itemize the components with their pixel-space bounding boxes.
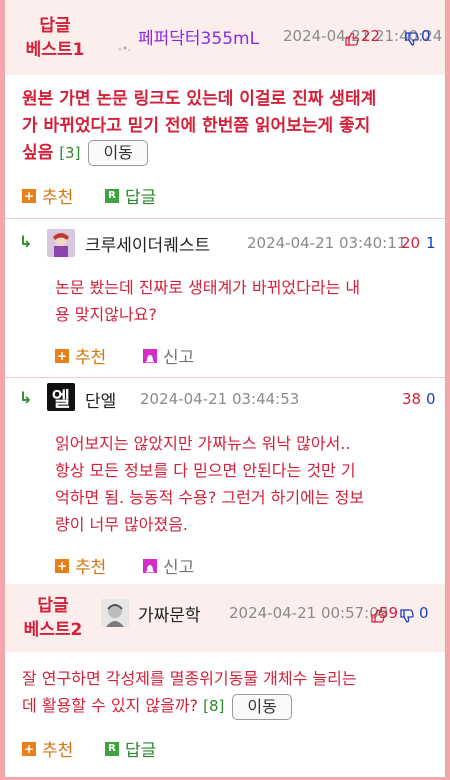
avatar[interactable]	[47, 229, 75, 257]
author-nickname[interactable]: 크루세이더퀘스트	[85, 231, 210, 256]
recommend-button[interactable]: + 추천	[55, 343, 106, 368]
recommend-label: 추천	[75, 348, 107, 368]
best-comment-header: 답글 베스트1 페퍼닥터355mL 2024-04-21 21:40:24 22…	[5, 0, 445, 75]
reply-arrow-icon: ↳	[19, 232, 33, 251]
comment-line: 원본 가면 논문 링크도 있는데 이걸로 진짜 생태계	[22, 89, 377, 109]
comment-panel: 답글 베스트1 페퍼닥터355mL 2024-04-21 21:40:24 22…	[5, 0, 445, 777]
plus-icon: +	[55, 348, 69, 363]
reply-label: 답글	[125, 741, 157, 761]
move-button[interactable]: 이동	[88, 140, 148, 166]
plus-icon: +	[55, 558, 69, 573]
comment-date: 2024-04-21 03:40:11	[247, 234, 407, 252]
recommend-button[interactable]: + 추천	[55, 553, 106, 578]
upvote-count: 59	[379, 604, 399, 622]
best-comment-header: 답글 베스트2 가짜문학 2024-04-21 00:57:09 59 0	[5, 584, 445, 652]
comment-line: 논문 봤는데 진짜로 생태계가 바뀌었다라는 내	[55, 278, 361, 297]
comment-line-last: 싶음 [3] 이동	[22, 140, 442, 167]
level-icon	[117, 38, 131, 51]
downvote-count: 0	[419, 604, 429, 622]
reply-icon: R	[105, 741, 119, 756]
thumbs-down-icon[interactable]	[400, 608, 414, 623]
upvote-count: 20	[401, 234, 421, 252]
comment-body: 읽어보지는 않았지만 가짜뉴스 워낙 많아서.. 항상 모든 정보를 다 믿으면…	[55, 430, 440, 538]
recommend-label: 추천	[75, 558, 107, 578]
report-button[interactable]: 신고	[143, 343, 194, 368]
comment-date: 2024-04-21 03:44:53	[140, 390, 300, 408]
plus-icon: +	[22, 188, 36, 203]
plus-icon: +	[22, 741, 36, 756]
author-nickname[interactable]: 단엘	[85, 387, 116, 412]
downvote-count: 1	[426, 234, 436, 252]
move-button[interactable]: 이동	[232, 693, 292, 720]
best-badge: 답글 베스트1	[15, 14, 95, 62]
comment-body: 잘 연구하면 각성제를 멸종위기동물 개체수 늘리는 데 활용할 수 있지 않을…	[22, 665, 442, 720]
author-nickname[interactable]: 가짜문학	[138, 601, 201, 626]
recommend-button[interactable]: + 추천	[22, 183, 73, 208]
comment-date: 2024-04-21 00:57:09	[229, 604, 389, 622]
reply-count: [3]	[59, 144, 81, 162]
avatar[interactable]	[101, 599, 129, 627]
best-badge-line2: 베스트2	[23, 620, 83, 640]
comment-line: 항상 모든 정보를 다 믿으면 안된다는 것만 기	[55, 461, 356, 480]
report-label: 신고	[163, 348, 195, 368]
comment-line-last: 데 활용할 수 있지 않을까? [8] 이동	[22, 692, 442, 720]
comment-line: 가 바뀌었다고 믿기 전에 한번쯤 읽어보는게 좋지	[22, 116, 371, 136]
report-icon	[143, 558, 157, 573]
comment-body: 원본 가면 논문 링크도 있는데 이걸로 진짜 생태계 가 바뀌었다고 믿기 전…	[22, 86, 442, 167]
downvote-count: 0	[426, 390, 436, 408]
reply-button[interactable]: R 답글	[105, 736, 156, 761]
comment-line: 데 활용할 수 있지 않을까?	[22, 696, 199, 715]
comment-body: 논문 봤는데 진짜로 생태계가 바뀌었다라는 내 용 맞지않나요?	[55, 274, 440, 328]
best-badge-line1: 답글	[37, 596, 69, 616]
reply-button[interactable]: R 답글	[105, 183, 156, 208]
upvote-count: 38	[402, 390, 422, 408]
comment-line: 읽어보지는 않았지만 가짜뉴스 워낙 많아서..	[55, 434, 351, 453]
reply-icon: R	[105, 188, 119, 203]
best-badge: 답글 베스트2	[13, 594, 93, 642]
report-label: 신고	[163, 558, 195, 578]
reply-label: 답글	[125, 188, 157, 208]
best-badge-line2: 베스트1	[25, 40, 85, 60]
reply-count: [8]	[203, 697, 225, 715]
divider	[5, 218, 445, 219]
recommend-label: 추천	[42, 188, 74, 208]
recommend-button[interactable]: + 추천	[22, 736, 73, 761]
thumbs-up-icon[interactable]	[345, 31, 359, 46]
comment-line: 억하면 됨. 능동적 수용? 그런거 하기에는 정보	[55, 488, 365, 507]
recommend-label: 추천	[42, 741, 74, 761]
upvote-count: 22	[361, 27, 381, 45]
thumbs-down-icon[interactable]	[405, 31, 419, 46]
comment-line: 량이 너무 많아졌음.	[55, 515, 189, 534]
comment-line: 용 맞지않나요?	[55, 305, 157, 324]
divider	[5, 377, 445, 378]
report-icon	[143, 348, 157, 363]
comment-line: 싶음	[22, 143, 54, 163]
avatar[interactable]: 엘	[47, 383, 75, 411]
reply-arrow-icon: ↳	[19, 388, 33, 407]
comment-line: 잘 연구하면 각성제를 멸종위기동물 개체수 늘리는	[22, 669, 357, 688]
report-button[interactable]: 신고	[143, 553, 194, 578]
author-nickname[interactable]: 페퍼닥터355mL	[138, 24, 259, 49]
best-badge-line1: 답글	[39, 16, 71, 36]
downvote-count: 0	[421, 27, 431, 45]
